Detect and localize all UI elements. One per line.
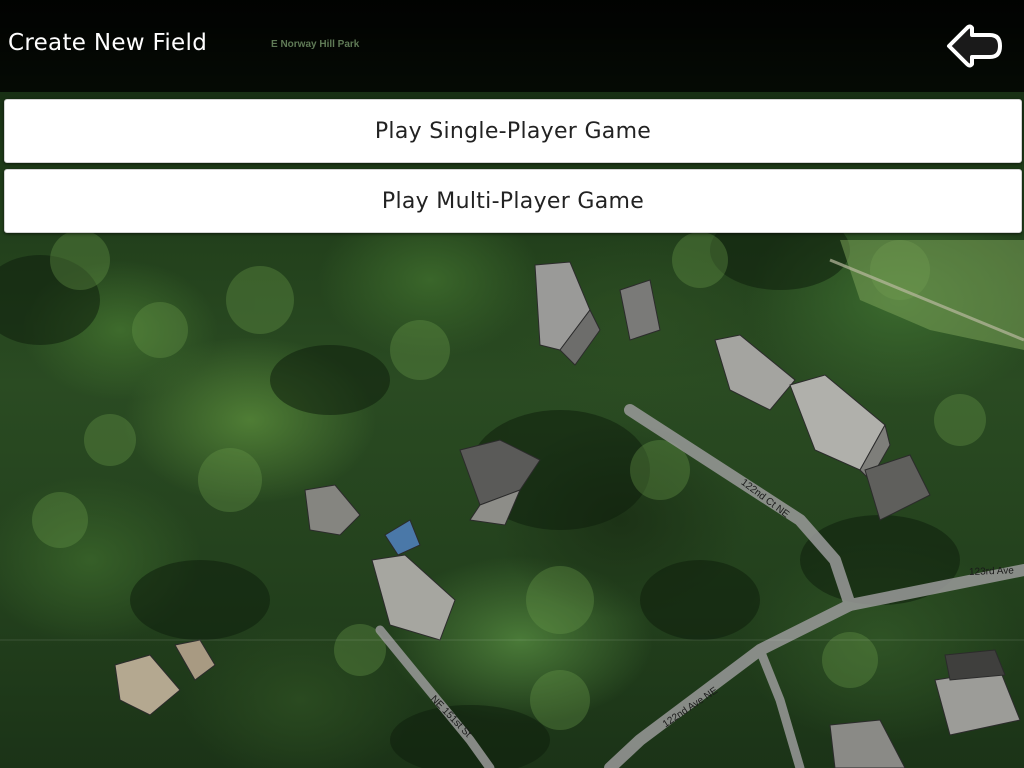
play-single-player-button[interactable]: Play Single-Player Game [4,99,1022,163]
back-button[interactable] [944,22,1004,70]
road-label-123rd-ave: 123rd Ave [968,565,1015,578]
play-multi-player-button[interactable]: Play Multi-Player Game [4,169,1022,233]
top-bar: Create New Field E Norway Hill Park [0,0,1024,92]
page-title: Create New Field [8,30,208,56]
map-park-label: E Norway Hill Park [271,39,360,50]
back-arrow-icon [947,24,1002,68]
